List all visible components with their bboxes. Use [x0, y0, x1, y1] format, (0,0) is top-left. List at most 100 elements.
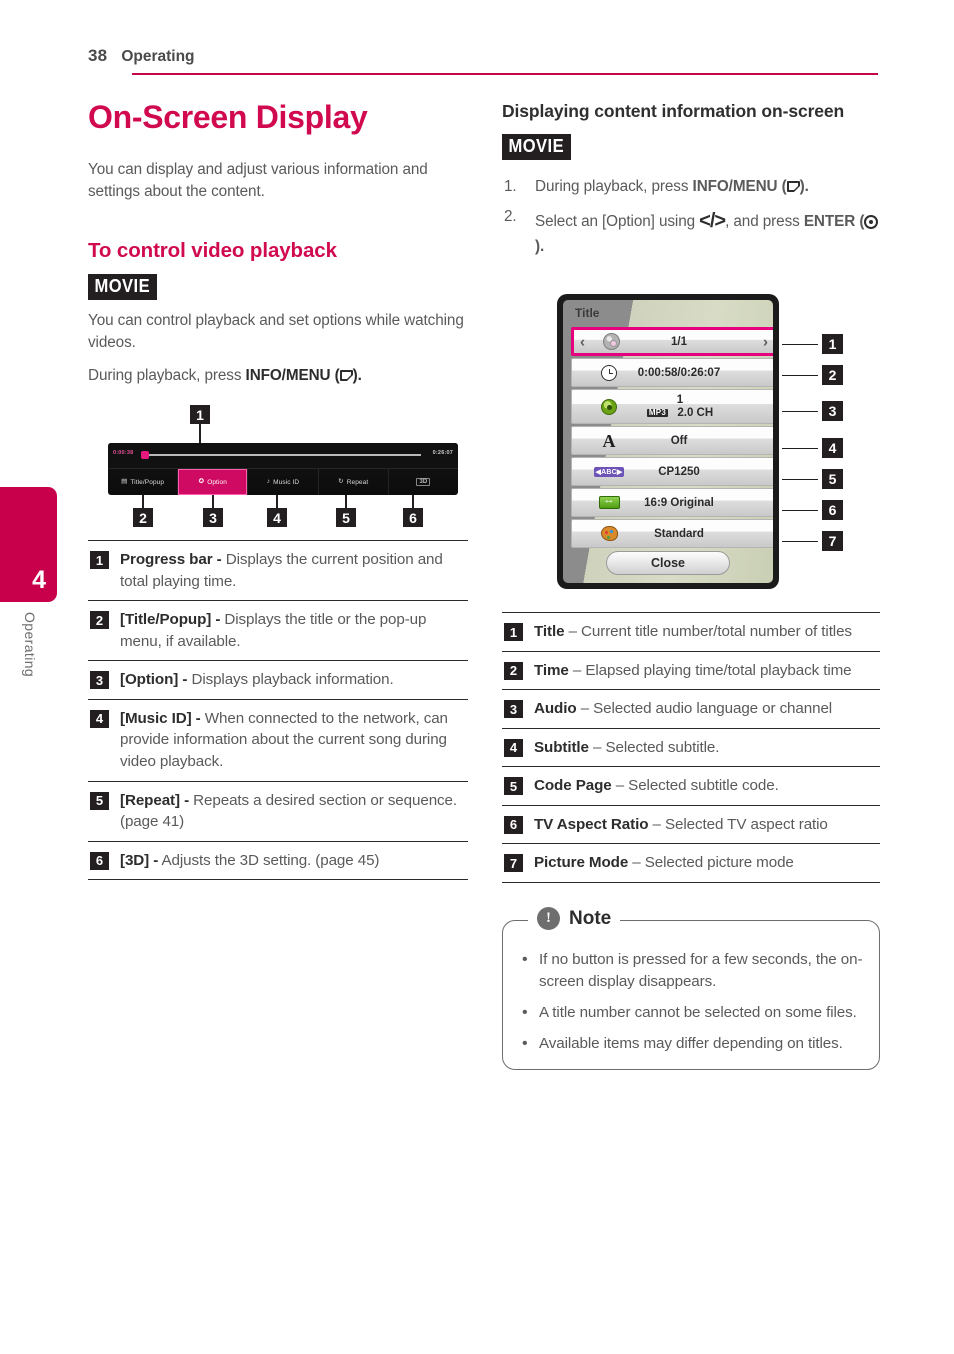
- subtitle-A-icon: A: [602, 430, 616, 451]
- info-menu-suffix: ).: [352, 366, 362, 384]
- definition-row: 1 Progress bar - Displays the current po…: [88, 541, 468, 602]
- definition-number: 3: [504, 700, 523, 719]
- definition-row: 3 [Option] - Displays playback informati…: [88, 661, 468, 700]
- step-bold: ENTER (: [803, 212, 865, 230]
- step-item: 1. During playback, press INFO/MENU ().: [502, 176, 882, 199]
- osd-leader-3: [782, 411, 818, 413]
- definition-number: 5: [90, 791, 109, 810]
- osd-row-time[interactable]: 0:00:58/0:26:07: [571, 358, 773, 387]
- exclamation-icon: !: [537, 907, 560, 930]
- osd-close-button[interactable]: Close: [606, 551, 730, 575]
- progress-track[interactable]: [145, 454, 421, 456]
- button-repeat[interactable]: ↻ Repeat: [319, 469, 389, 495]
- osd-leader-4: [782, 448, 818, 450]
- definition-row: 1 Title – Current title number/total num…: [502, 613, 880, 652]
- definition-term: [Repeat] -: [120, 791, 190, 809]
- left-definition-list: 1 Progress bar - Displays the current po…: [88, 540, 468, 881]
- osd-row-code-page[interactable]: ◀ABC▶ CP1250: [571, 457, 773, 486]
- button-3d[interactable]: 3D: [389, 469, 458, 495]
- definition-term: Progress bar -: [120, 551, 222, 568]
- definition-desc: – Selected picture mode: [628, 854, 794, 872]
- figure-callout-2: 2: [133, 508, 153, 527]
- palette-icon: [598, 524, 620, 544]
- definition-term: [Option] -: [120, 671, 188, 689]
- definition-term: Picture Mode: [534, 854, 629, 872]
- subheading-control-video-playback: To control video playback: [88, 238, 337, 262]
- figure-callout-4: 4: [267, 508, 287, 527]
- definition-desc: – Selected audio language or channel: [576, 700, 833, 718]
- definition-term: Code Page: [534, 777, 612, 795]
- definition-row: 4 [Music ID] - When connected to the net…: [88, 700, 468, 782]
- info-menu-icon: [786, 180, 800, 192]
- note-block: ! Note If no button is pressed for a few…: [502, 907, 880, 1071]
- definition-text: Title – Current title number/total numbe…: [534, 621, 852, 643]
- definition-desc: – Current title number/total number of t…: [564, 623, 852, 640]
- figure-callout-3: 3: [203, 508, 223, 527]
- figure-callout-6: 6: [403, 508, 423, 527]
- mp3-tag: MP3: [646, 407, 669, 418]
- right-definition-list: 1 Title – Current title number/total num…: [502, 612, 880, 884]
- button-music-id[interactable]: ♪ Music ID: [248, 469, 319, 495]
- info-menu-prefix: During playback, press: [88, 366, 246, 384]
- progress-knob[interactable]: [141, 451, 149, 459]
- osd-row-aspect-ratio[interactable]: 16:9 Original: [571, 488, 773, 517]
- osd-row-subtitle[interactable]: A Off: [571, 426, 773, 455]
- osd-panel: Title ‹ 1/1 › 0:00:58/0:26:07 1 MP3 2.0 …: [557, 294, 779, 589]
- definition-number: 7: [504, 854, 523, 873]
- definition-row: 3 Audio – Selected audio language or cha…: [502, 690, 880, 729]
- subheading-displaying-content-information: Displaying content information on-screen: [502, 101, 845, 121]
- definition-row: 7 Picture Mode – Selected picture mode: [502, 844, 880, 884]
- button-title-popup[interactable]: ▤ Title/Popup: [108, 469, 179, 495]
- definition-text: [Repeat] - Repeats a desired section or …: [120, 790, 466, 833]
- button-option[interactable]: ✪ Option: [178, 469, 249, 495]
- next-arrow-icon[interactable]: ›: [763, 333, 768, 350]
- definition-text: Picture Mode – Selected picture mode: [534, 852, 794, 874]
- total-time: 0:26:07: [432, 450, 453, 456]
- osd-row-audio[interactable]: 1 MP3 2.0 CH: [571, 389, 773, 424]
- osd-audio-track: 1: [676, 394, 684, 407]
- osd-leader-5: [782, 479, 818, 481]
- music-note-icon: ♪: [266, 477, 271, 485]
- definition-row: 5 Code Page – Selected subtitle code.: [502, 767, 880, 806]
- button-repeat-label: Repeat: [346, 478, 369, 486]
- progress-bar-area: 0:00:38 0:26:07: [108, 443, 458, 468]
- steps-list: 1. During playback, press INFO/MENU (). 2…: [502, 176, 882, 259]
- osd-subtitle-value: Off: [670, 434, 688, 447]
- movie-badge: MOVIE: [502, 133, 571, 160]
- enter-button-icon: [864, 214, 879, 229]
- osd-picture-mode-value: Standard: [654, 527, 704, 540]
- definition-number: 1: [90, 551, 109, 569]
- definition-text: Time – Elapsed playing time/total playba…: [534, 660, 852, 682]
- osd-aspect-ratio-value: 16:9 Original: [644, 496, 714, 509]
- figure-leader-line-5: [345, 495, 347, 509]
- definition-text: Subtitle – Selected subtitle.: [534, 737, 719, 759]
- figure-callout-5: 5: [336, 508, 356, 527]
- step-prefix: Select an [Option] using: [535, 212, 700, 230]
- definition-term: Audio: [534, 700, 577, 718]
- osd-row-title[interactable]: ‹ 1/1 ›: [571, 327, 773, 356]
- definition-row: 2 [Title/Popup] - Displays the title or …: [88, 601, 468, 662]
- prev-arrow-icon[interactable]: ‹: [580, 333, 585, 350]
- info-menu-instruction: During playback, press INFO/MENU ().: [88, 365, 468, 387]
- step-suffix: ).: [535, 237, 545, 255]
- osd-row-picture-mode[interactable]: Standard: [571, 519, 773, 548]
- definition-desc: – Selected subtitle.: [588, 738, 720, 756]
- osd-title-value: 1/1: [671, 335, 687, 348]
- elapsed-time: 0:00:38: [113, 450, 134, 456]
- step-suffix: ).: [799, 177, 809, 195]
- note-header: ! Note: [528, 907, 621, 930]
- note-item: Available items may differ depending on …: [519, 1032, 863, 1055]
- list-icon: ▤: [121, 477, 128, 485]
- definition-desc: Adjusts the 3D setting. (page 45): [158, 851, 380, 869]
- osd-callout-5: 5: [822, 469, 843, 489]
- definition-row: 6 TV Aspect Ratio – Selected TV aspect r…: [502, 806, 880, 845]
- note-item: If no button is pressed for a few second…: [519, 948, 863, 993]
- osd-leader-2: [782, 375, 818, 377]
- definition-text: Code Page – Selected subtitle code.: [534, 775, 779, 797]
- figure-leader-line-6: [412, 495, 414, 509]
- osd-callout-7: 7: [822, 531, 843, 551]
- osd-rows: ‹ 1/1 › 0:00:58/0:26:07 1 MP3 2.0 CH A O…: [571, 327, 773, 550]
- note-list: If no button is pressed for a few second…: [519, 948, 863, 1055]
- step-bold: INFO/MENU (: [692, 177, 787, 195]
- osd-callout-6: 6: [822, 500, 843, 520]
